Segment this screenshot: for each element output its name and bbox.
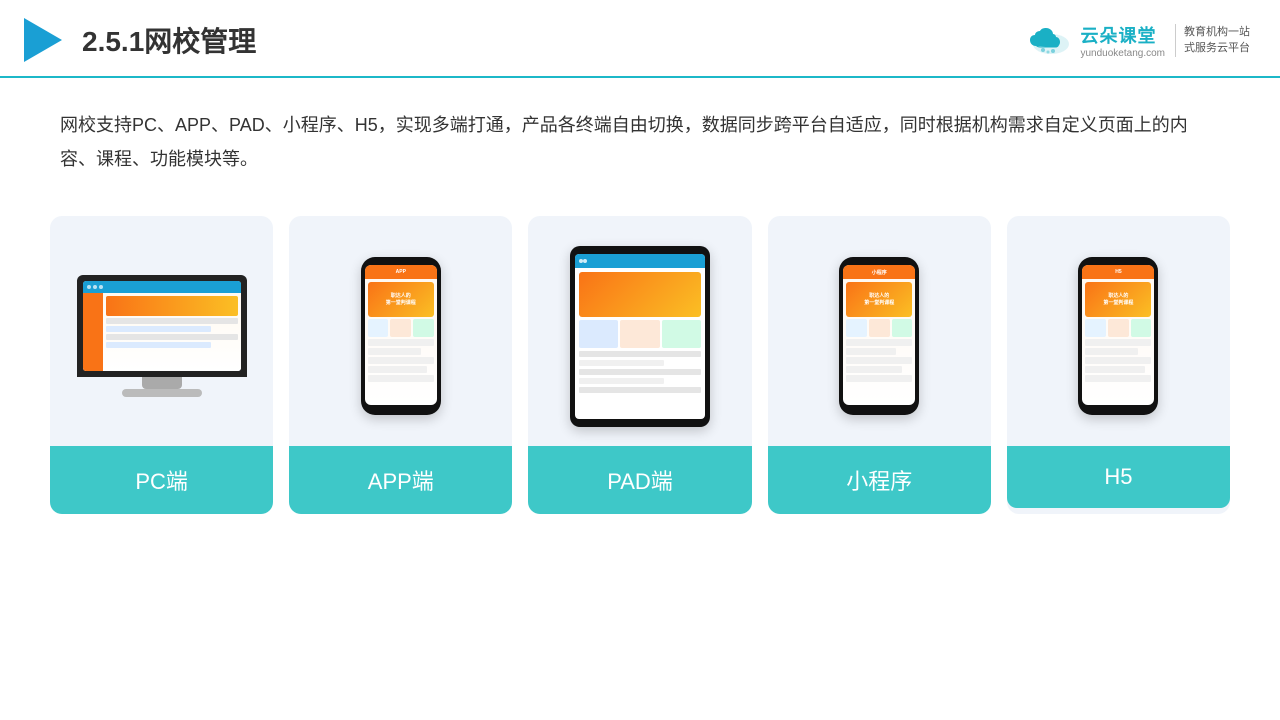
section-number: 2.5.1 (82, 26, 144, 57)
card-app-label: APP端 (289, 446, 512, 514)
card-h5-image: H5 职达人的第一堂判课程 (1007, 216, 1230, 446)
card-pc-label: PC端 (50, 446, 273, 514)
phone-mockup-mini: 小程序 职达人的第一堂判课程 (839, 257, 919, 415)
header-left: 2.5.1网校管理 (24, 18, 256, 62)
description: 网校支持PC、APP、PAD、小程序、H5，实现多端打通，产品各终端自由切换，数… (0, 78, 1280, 186)
card-pad: PAD端 (528, 216, 751, 514)
cards-container: PC端 APP 职达人的第一堂判课程 (0, 186, 1280, 514)
card-pad-label: PAD端 (528, 446, 751, 514)
title-text: 网校管理 (144, 26, 256, 57)
card-pc: PC端 (50, 216, 273, 514)
card-app-image: APP 职达人的第一堂判课程 (289, 216, 512, 446)
card-app: APP 职达人的第一堂判课程 (289, 216, 512, 514)
card-pad-image (528, 216, 751, 446)
brand-text: 云朵课堂 yunduoketang.com (1080, 22, 1165, 59)
phone-mockup-app: APP 职达人的第一堂判课程 (361, 257, 441, 415)
brand-url: yunduoketang.com (1080, 48, 1165, 59)
card-h5: H5 职达人的第一堂判课程 (1007, 216, 1230, 514)
description-text: 网校支持PC、APP、PAD、小程序、H5，实现多端打通，产品各终端自由切换，数… (60, 108, 1220, 176)
header-right: 云朵课堂 yunduoketang.com 教育机构一站式服务云平台 (1028, 22, 1250, 59)
brand-logo: 云朵课堂 yunduoketang.com 教育机构一站式服务云平台 (1028, 22, 1250, 59)
monitor-mockup (77, 275, 247, 397)
card-miniprogram-label: 小程序 (768, 446, 991, 514)
card-miniprogram: 小程序 职达人的第一堂判课程 (768, 216, 991, 514)
phone-mockup-h5: H5 职达人的第一堂判课程 (1078, 257, 1158, 415)
logo-triangle-icon (24, 18, 62, 62)
card-pc-image (50, 216, 273, 446)
card-miniprogram-image: 小程序 职达人的第一堂判课程 (768, 216, 991, 446)
page-title: 2.5.1网校管理 (82, 20, 256, 60)
card-h5-label: H5 (1007, 446, 1230, 508)
header: 2.5.1网校管理 云朵课堂 yunduoketang.com 教育机构一站式服… (0, 0, 1280, 78)
brand-slogan: 教育机构一站式服务云平台 (1175, 24, 1250, 57)
tablet-mockup (570, 246, 710, 427)
brand-name: 云朵课堂 (1080, 22, 1156, 48)
cloud-icon (1028, 24, 1074, 56)
